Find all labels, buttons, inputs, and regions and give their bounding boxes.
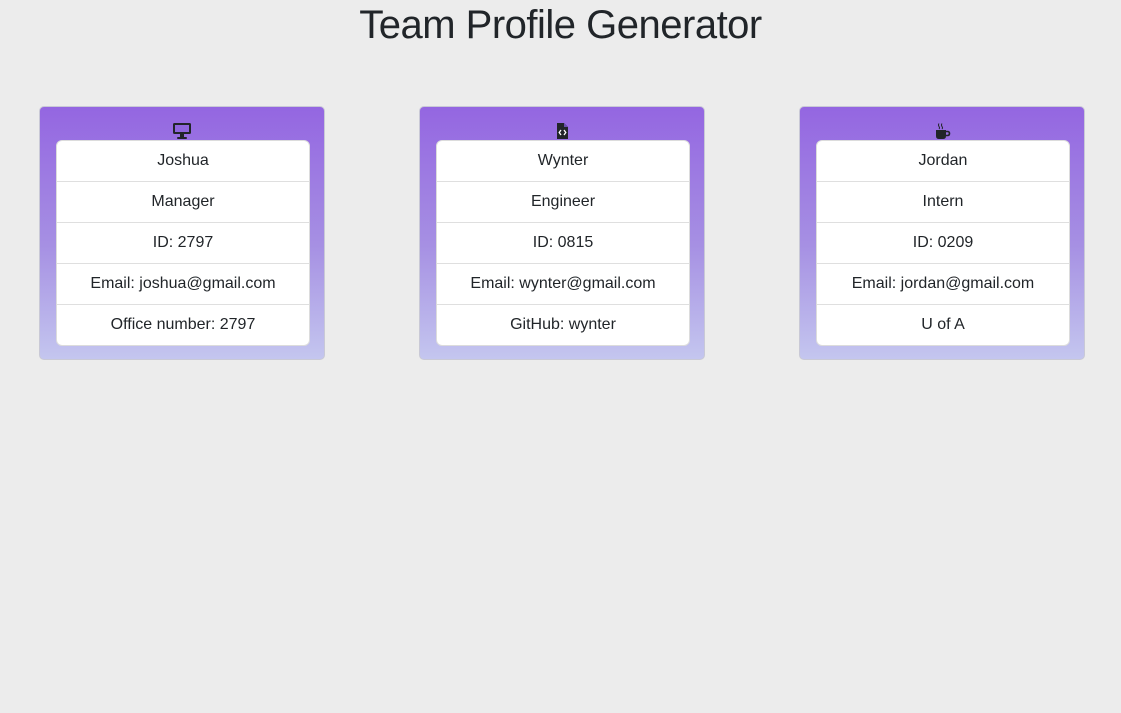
employee-school: U of A <box>921 316 965 333</box>
employee-office-number: Office number: 2797 <box>110 316 256 333</box>
employee-role: Engineer <box>437 182 689 223</box>
employee-role: Manager <box>57 182 309 223</box>
file-code-icon <box>557 123 568 139</box>
employee-details-list: Joshua Manager ID: 2797 Email: joshua@gm… <box>56 140 310 346</box>
card-header <box>800 107 1084 140</box>
employee-name: Jordan <box>817 141 1069 182</box>
employee-name: Wynter <box>437 141 689 182</box>
employee-card-intern: Jordan Intern ID: 0209 Email: jordan@gma… <box>799 106 1085 360</box>
employee-id: ID: 0815 <box>437 223 689 264</box>
desktop-icon <box>173 123 191 139</box>
employee-id: ID: 0209 <box>817 223 1069 264</box>
employee-card-manager: Joshua Manager ID: 2797 Email: joshua@gm… <box>39 106 325 360</box>
employee-details-list: Wynter Engineer ID: 0815 Email: wynter@g… <box>436 140 690 346</box>
page-title: Team Profile Generator <box>359 3 762 47</box>
employee-id: ID: 2797 <box>57 223 309 264</box>
employee-email: Email: joshua@gmail.com <box>57 264 309 305</box>
employee-email: Email: wynter@gmail.com <box>437 264 689 305</box>
employee-email: Email: jordan@gmail.com <box>817 264 1069 305</box>
employee-card-engineer: Wynter Engineer ID: 0815 Email: wynter@g… <box>419 106 705 360</box>
coffee-mug-icon <box>936 123 951 139</box>
employee-github: GitHub: wynter <box>510 316 616 333</box>
employee-role: Intern <box>817 182 1069 223</box>
card-header <box>40 107 324 140</box>
card-header <box>420 107 704 140</box>
employee-details-list: Jordan Intern ID: 0209 Email: jordan@gma… <box>816 140 1070 346</box>
employee-name: Joshua <box>57 141 309 182</box>
